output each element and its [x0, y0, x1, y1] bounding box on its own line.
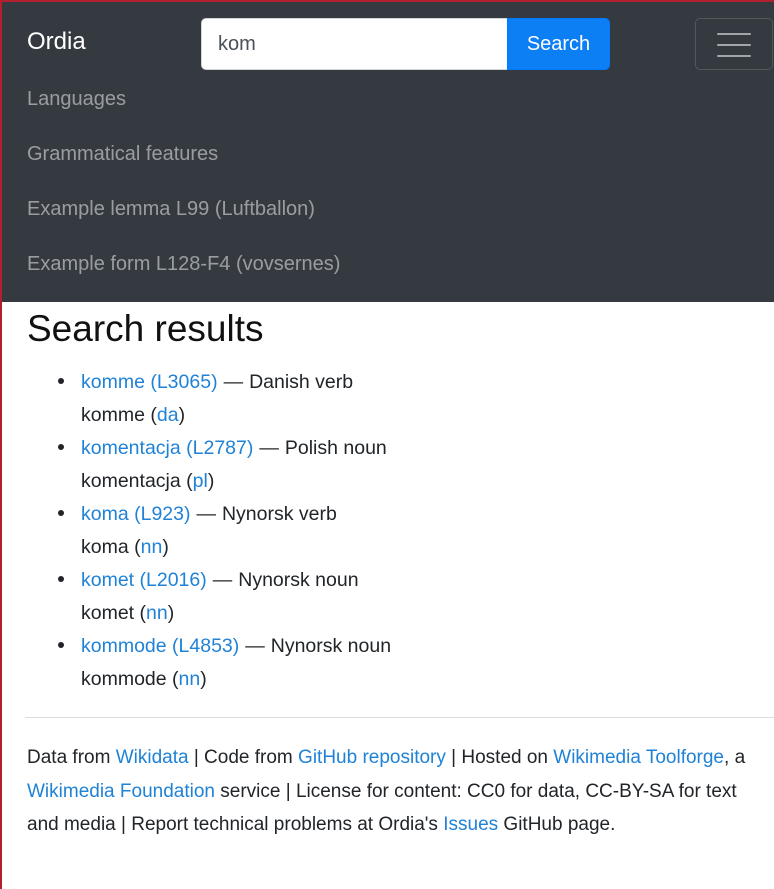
- footer-text: Data from: [27, 747, 116, 768]
- search-result-item: koma (L923) — Nynorsk verb koma (nn): [58, 498, 658, 564]
- result-description: Danish verb: [249, 371, 354, 393]
- search-result-item: kommode (L4853) — Nynorsk noun kommode (nn…: [58, 630, 658, 696]
- result-link[interactable]: koma (L923): [81, 503, 190, 525]
- result-language-link[interactable]: pl: [193, 470, 208, 492]
- dash: —: [259, 437, 279, 459]
- footer-text: GitHub page.: [498, 814, 616, 835]
- result-language-link[interactable]: da: [157, 404, 179, 426]
- result-language-link[interactable]: nn: [141, 536, 163, 558]
- result-description: Nynorsk noun: [270, 635, 392, 657]
- result-link[interactable]: komet (L2016): [81, 569, 207, 591]
- search-result-item: komentacja (L2787) — Polish noun komentacj…: [58, 432, 658, 498]
- footer-divider: [25, 717, 774, 718]
- footer-text: | Code from: [188, 747, 299, 768]
- result-lemma: koma: [81, 536, 129, 558]
- result-description: Nynorsk noun: [238, 569, 359, 591]
- result-language-link[interactable]: nn: [146, 602, 168, 624]
- paren: ): [167, 602, 175, 624]
- dash: —: [223, 371, 244, 393]
- dash: —: [212, 569, 233, 591]
- brand-link[interactable]: Ordia: [27, 28, 86, 56]
- page-title: Search results: [27, 308, 264, 349]
- hamburger-menu-icon: [717, 32, 751, 58]
- result-language-link[interactable]: nn: [179, 668, 201, 690]
- issues-link[interactable]: Issues: [443, 814, 498, 835]
- result-lemma: komet: [81, 602, 135, 624]
- nav-link-example-form[interactable]: Example form L128-F4 (vovsernes): [27, 253, 340, 276]
- paren: ): [200, 668, 207, 690]
- result-link[interactable]: komentacja (L2787): [81, 437, 253, 459]
- wikimedia-foundation-link[interactable]: Wikimedia Foundation: [27, 781, 215, 802]
- search-result-item: komet (L2016) — Nynorsk noun komet (nn): [58, 564, 658, 630]
- navbar-toggler-button[interactable]: [695, 18, 773, 70]
- paren: ): [178, 404, 186, 426]
- wikidata-link[interactable]: Wikidata: [116, 747, 189, 768]
- dash: —: [196, 503, 216, 525]
- nav-link-grammatical-features[interactable]: Grammatical features: [27, 143, 218, 166]
- nav-link-languages[interactable]: Languages: [27, 88, 126, 111]
- bullet-icon: [58, 444, 64, 450]
- footer-text: | Hosted on: [445, 747, 554, 768]
- result-link[interactable]: komme (L3065): [81, 371, 218, 393]
- github-repository-link[interactable]: GitHub repository: [298, 747, 446, 768]
- search-results-list: komme (L3065) — Danish verb komme (da) kom…: [58, 366, 658, 696]
- paren: ): [207, 470, 215, 492]
- nav-link-example-lemma[interactable]: Example lemma L99 (Luftballon): [27, 198, 315, 221]
- result-lemma: komentacja: [81, 470, 181, 492]
- bullet-icon: [58, 576, 64, 582]
- result-description: Polish noun: [284, 437, 387, 459]
- footer-text: , a: [724, 747, 746, 768]
- bullet-icon: [58, 642, 64, 648]
- result-lemma: kommode: [81, 668, 167, 690]
- bullet-icon: [58, 378, 64, 384]
- wikimedia-toolforge-link[interactable]: Wikimedia Toolforge: [553, 747, 724, 768]
- dash: —: [245, 635, 265, 657]
- footer: Data from Wikidata | Code from GitHub re…: [27, 741, 767, 842]
- result-lemma: komme: [81, 404, 145, 426]
- navbar: Ordia Search Languages Grammatical featu…: [0, 0, 774, 302]
- search-button[interactable]: Search: [507, 18, 610, 70]
- result-link[interactable]: kommode (L4853): [81, 635, 239, 657]
- bullet-icon: [58, 510, 64, 516]
- result-description: Nynorsk verb: [221, 503, 337, 525]
- paren: ): [162, 536, 169, 558]
- search-result-item: komme (L3065) — Danish verb komme (da): [58, 366, 658, 432]
- search-input[interactable]: [201, 18, 508, 70]
